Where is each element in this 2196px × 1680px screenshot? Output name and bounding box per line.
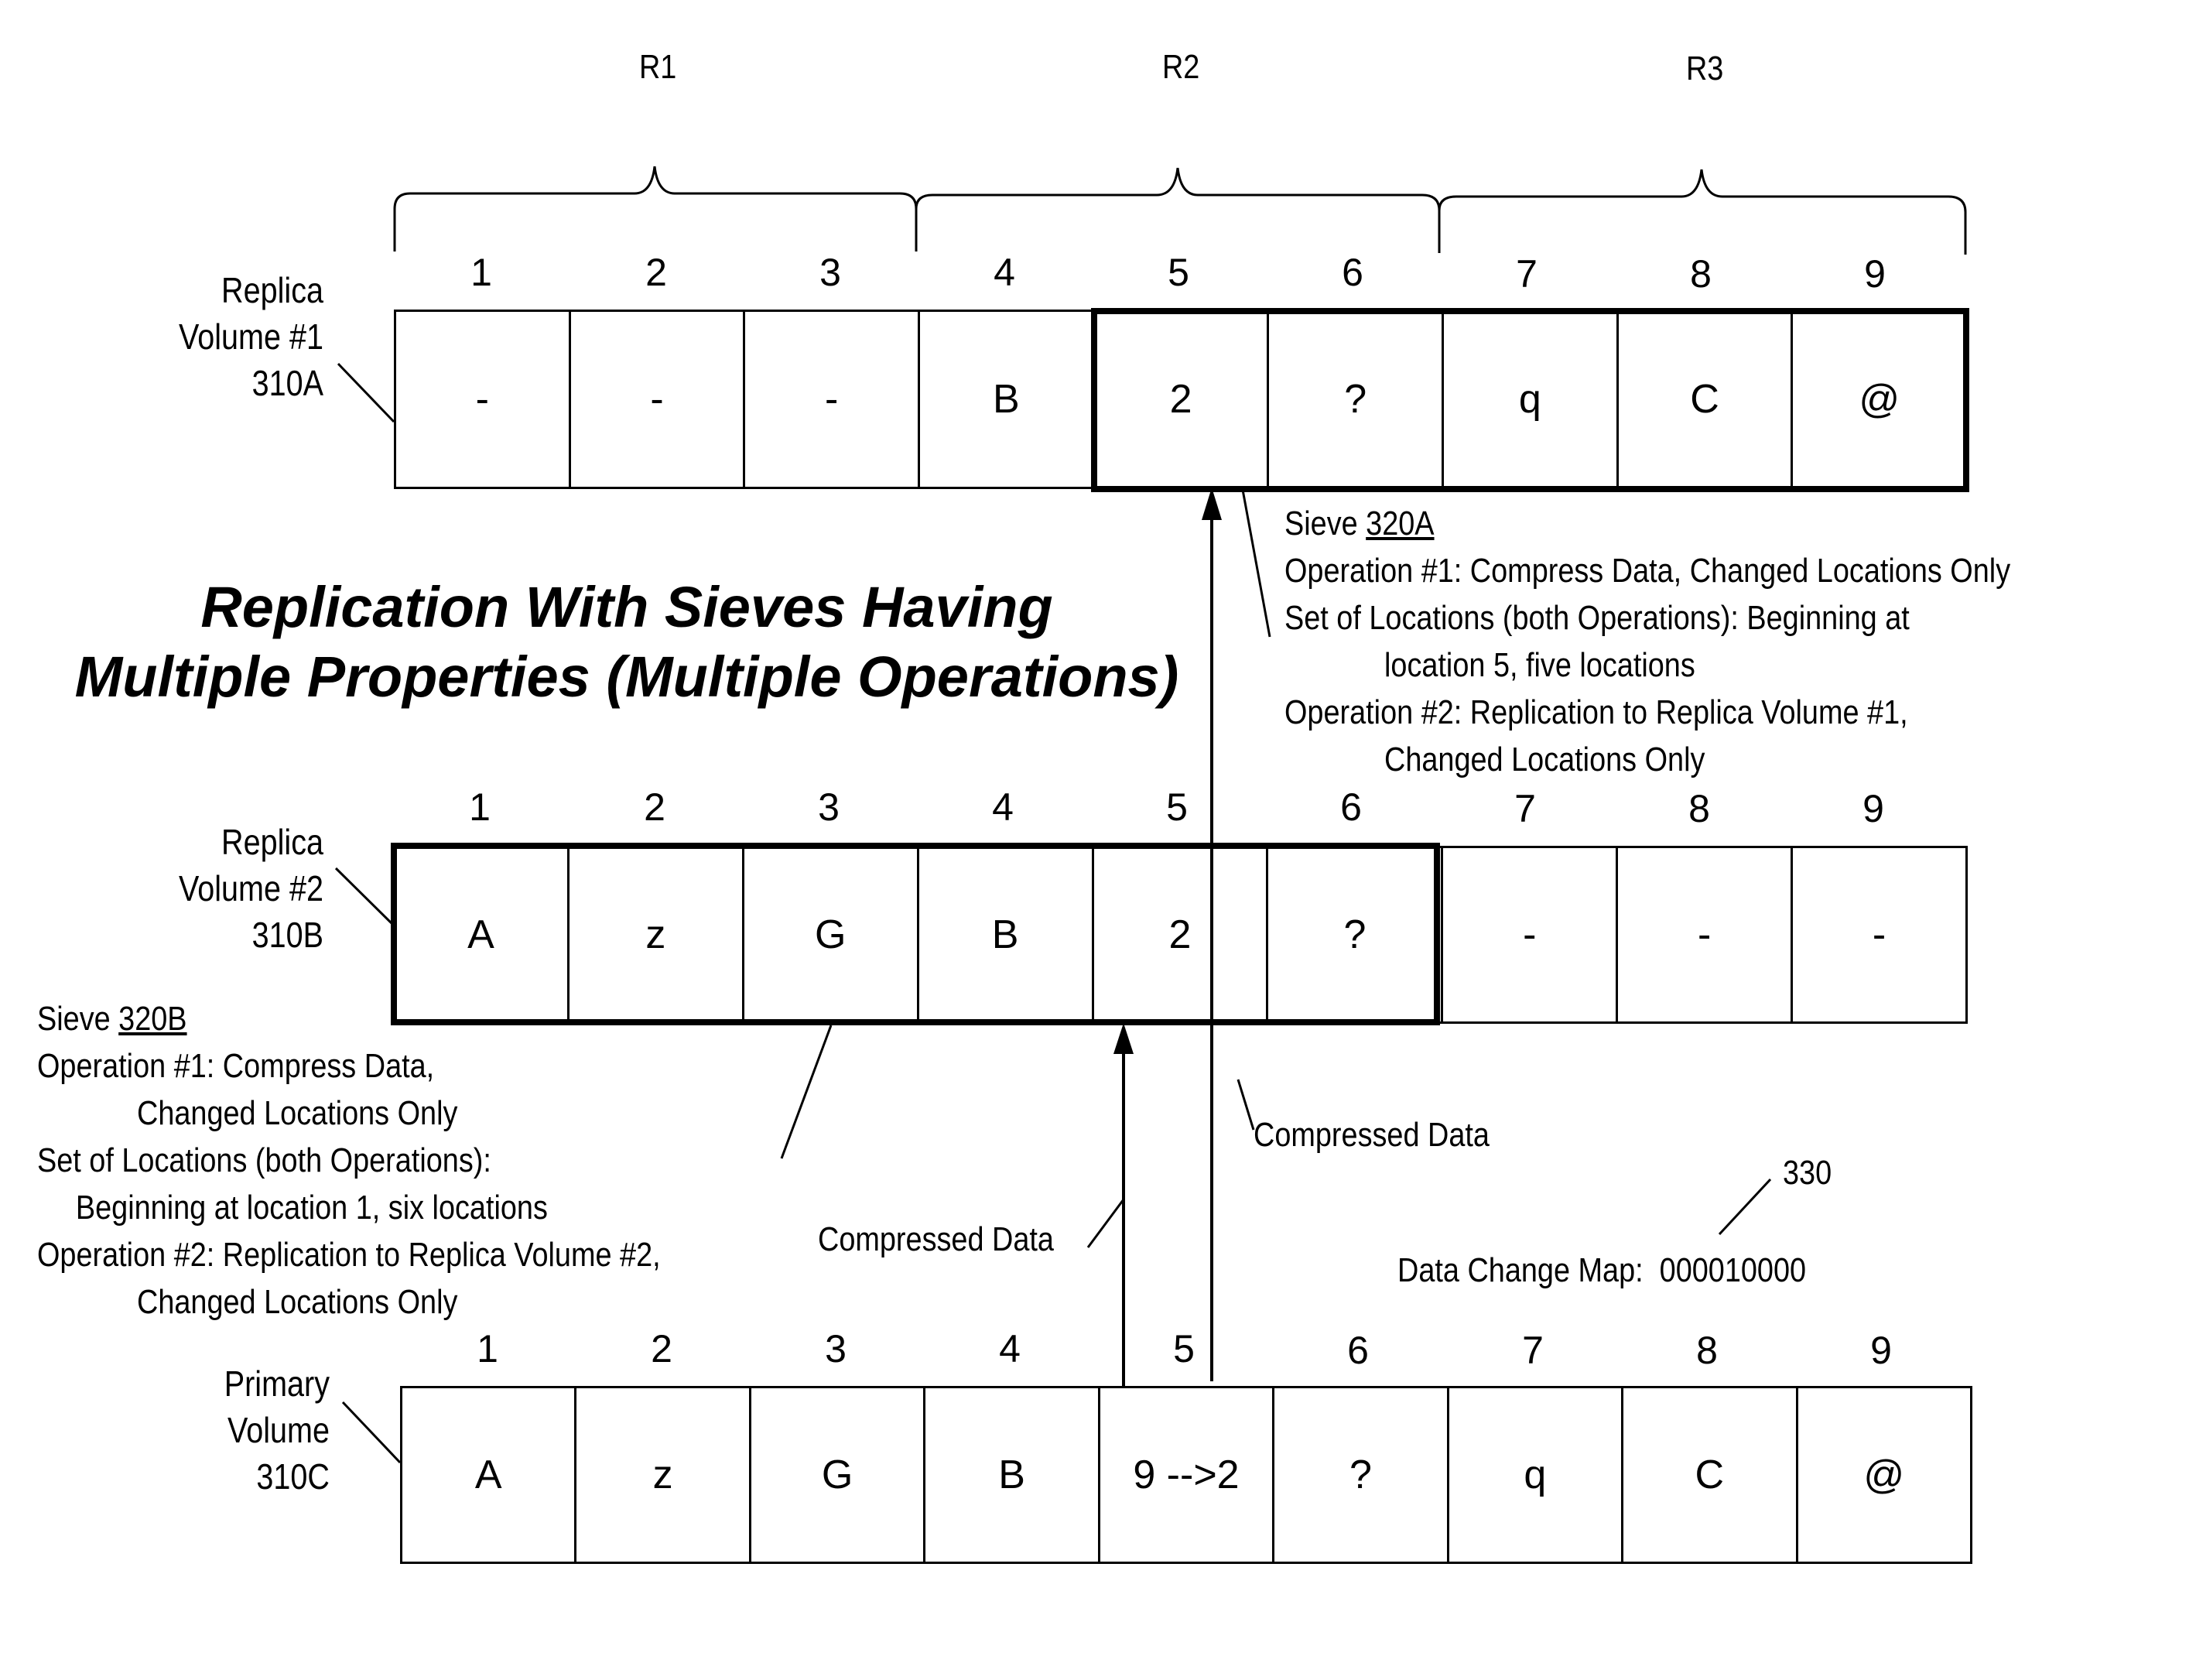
- title-line-2: Multiple Properties (Multiple Operations…: [74, 645, 1179, 709]
- column-number: 7: [1522, 1329, 1544, 1372]
- sieve-320a-op2-line1: Operation #2: Replication to Replica Vol…: [1284, 693, 1908, 731]
- leader-sieve-b: [780, 1025, 833, 1159]
- location-cell: C: [1623, 1388, 1798, 1562]
- column-number: 1: [469, 785, 491, 829]
- location-cell: B: [919, 848, 1094, 1021]
- data-change-map-ref: 330: [1783, 1154, 1832, 1192]
- sieve-320a-name: Sieve 320A: [1284, 505, 1435, 542]
- location-cell: G: [751, 1388, 926, 1562]
- diagram-title: Replication With Sieves Having Multiple …: [46, 573, 1207, 712]
- sieve-320b-set-line1: Set of Locations (both Operations):: [37, 1141, 491, 1179]
- location-cell: @: [1859, 377, 1900, 422]
- sieve-320b-set-line2: Beginning at location 1, six locations: [75, 1189, 548, 1227]
- location-cell: G: [744, 848, 919, 1021]
- column-number: 1: [470, 251, 492, 294]
- location-cell: -: [571, 312, 746, 487]
- column-number: 4: [992, 785, 1014, 829]
- primary-volume-row: A z G B 9 -->2 ? q C @: [400, 1386, 1972, 1564]
- column-number: 1: [477, 1327, 498, 1370]
- location-cell: -: [1618, 848, 1794, 1021]
- brace-r3: [1438, 169, 1967, 255]
- column-number: 3: [818, 785, 840, 829]
- leader-compressed-data-2: [1086, 1199, 1125, 1248]
- column-number: 9: [1864, 252, 1886, 296]
- leader-replica2: [334, 867, 395, 926]
- location-cell: -: [396, 312, 571, 487]
- location-cell: B: [925, 1388, 1100, 1562]
- column-number: 3: [819, 251, 841, 294]
- column-number: 8: [1690, 252, 1712, 296]
- sieve-320a-ref: 320A: [1366, 505, 1435, 542]
- location-cell: -: [745, 312, 921, 487]
- location-cell-changed: 9 -->2: [1100, 1388, 1275, 1562]
- leader-330: [1718, 1178, 1772, 1236]
- compressed-data-label-to-replica1: Compressed Data: [1254, 1116, 1490, 1154]
- column-number: 8: [1696, 1329, 1718, 1372]
- location-cell: A: [402, 1388, 577, 1562]
- location-cell: @: [1863, 1452, 1905, 1497]
- location-cell: z: [576, 1388, 751, 1562]
- column-number: 2: [645, 251, 667, 294]
- location-cell: B: [920, 312, 1095, 487]
- brace-r1: [393, 166, 918, 251]
- sieve-320b-op2-line1: Operation #2: Replication to Replica Vol…: [37, 1236, 661, 1274]
- sieve-320b-description: Sieve 320B Operation #1: Compress Data, …: [37, 995, 661, 1326]
- sieve-320b-op1-line1: Operation #1: Compress Data,: [37, 1047, 435, 1085]
- leader-sieve-a: [1241, 489, 1271, 638]
- data-change-map-label: Data Change Map:: [1397, 1251, 1644, 1289]
- column-number: 4: [999, 1327, 1021, 1370]
- location-cell: -: [1443, 848, 1619, 1021]
- column-number: 5: [1166, 785, 1188, 829]
- leader-replica1: [337, 362, 395, 423]
- leader-compressed-data-1: [1237, 1079, 1255, 1131]
- column-number: 2: [651, 1327, 672, 1370]
- column-number: 6: [1347, 1329, 1369, 1372]
- primary-volume-label: Primary Volume 310C: [224, 1364, 330, 1497]
- leader-primary: [341, 1401, 402, 1464]
- column-number: 7: [1514, 787, 1536, 830]
- column-number: 9: [1870, 1329, 1892, 1372]
- location-cell: C: [1619, 312, 1794, 487]
- data-change-map: Data Change Map: 000010000: [1397, 1254, 1806, 1288]
- sieve-320a-op2-line2: Changed Locations Only: [1384, 741, 1705, 778]
- location-cell: 2: [1094, 848, 1269, 1021]
- location-cell: 2: [1095, 312, 1270, 487]
- sieve-320a-set-line1: Set of Locations (both Operations): Begi…: [1284, 599, 1910, 637]
- sieve-320b-op2-line2: Changed Locations Only: [137, 1283, 458, 1321]
- column-number: 5: [1173, 1327, 1195, 1370]
- brace-r2: [915, 167, 1441, 253]
- location-cell: q: [1449, 1388, 1624, 1562]
- column-number: 5: [1168, 251, 1189, 294]
- column-number: 3: [825, 1327, 847, 1370]
- location-cell: ?: [1274, 1388, 1449, 1562]
- replica-volume-1-label: Replica Volume #1 310A: [179, 270, 323, 403]
- location-cell: ?: [1269, 312, 1445, 487]
- location-cell: -: [1872, 912, 1886, 957]
- column-number: 7: [1516, 252, 1538, 296]
- replica-volume-1-row: - - - B 2 ? q C @: [394, 310, 1968, 489]
- sieve-320b-ref: 320B: [118, 1000, 187, 1038]
- sieve-320a-set-line2: location 5, five locations: [1384, 646, 1695, 684]
- title-line-1: Replication With Sieves Having: [200, 575, 1053, 639]
- replica-volume-2-label: Replica Volume #2 310B: [179, 822, 323, 955]
- sieve-320a-description: Sieve 320A Operation #1: Compress Data, …: [1284, 500, 2010, 783]
- data-change-map-value: 000010000: [1659, 1251, 1807, 1289]
- column-number: 8: [1688, 787, 1710, 830]
- location-cell: ?: [1268, 848, 1444, 1021]
- sieve-320b-op1-line2: Changed Locations Only: [137, 1094, 458, 1132]
- column-number: 6: [1340, 785, 1362, 829]
- column-number: 2: [644, 785, 665, 829]
- column-number: 6: [1342, 251, 1363, 294]
- location-cell: q: [1444, 312, 1619, 487]
- compressed-data-label-to-replica2: Compressed Data: [818, 1220, 1054, 1258]
- column-number: 4: [994, 251, 1015, 294]
- column-number: 9: [1862, 787, 1884, 830]
- sieve-320b-name: Sieve 320B: [37, 1000, 187, 1038]
- sieve-320a-op1: Operation #1: Compress Data, Changed Loc…: [1284, 552, 2011, 590]
